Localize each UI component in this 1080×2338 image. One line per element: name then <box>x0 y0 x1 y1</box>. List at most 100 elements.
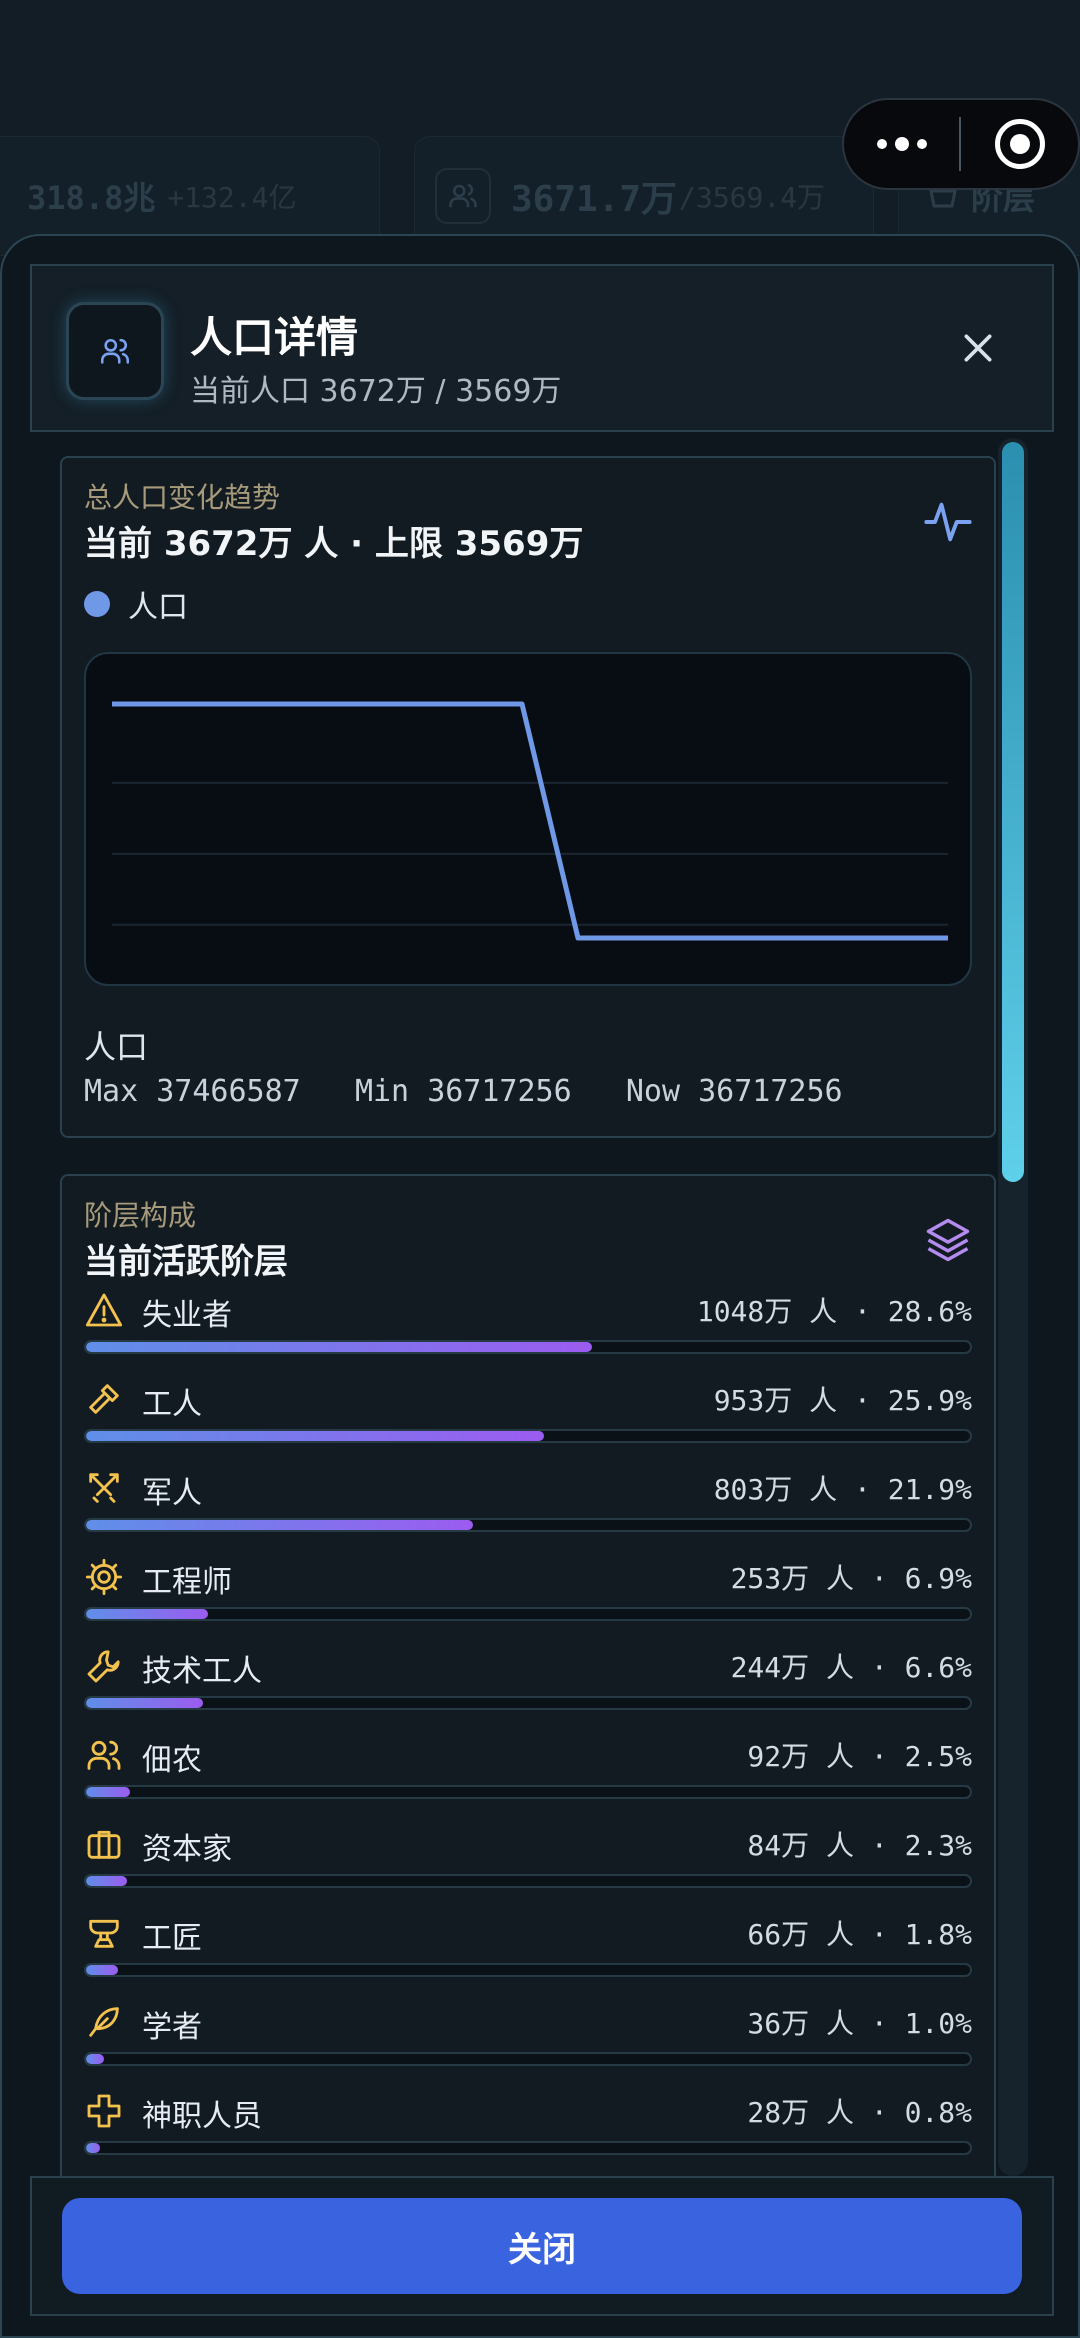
stat-line: Max 37466587 Min 36717256 Now 36717256 <box>84 1074 843 1109</box>
trend-card-title: 当前 3672万 人 · 上限 3569万 <box>84 524 584 564</box>
strata-card-title: 当前活跃阶层 <box>84 1242 288 1282</box>
strata-name: 学者 <box>142 2010 202 2045</box>
strata-bar-fill <box>86 1431 544 1441</box>
strata-value: 28万 人 · 0.8% <box>747 2096 972 2129</box>
strata-bar <box>84 2141 972 2155</box>
strata-row: 技术工人 244万 人 · 6.6% <box>84 1644 972 1733</box>
mini-program-capsule <box>842 98 1080 190</box>
swords-icon <box>84 1468 124 1508</box>
strata-name: 技术工人 <box>142 1654 262 1689</box>
strata-row: 工程师 253万 人 · 6.9% <box>84 1555 972 1644</box>
trend-card-label: 总人口变化趋势 <box>84 481 281 514</box>
strata-bar-fill <box>86 1342 592 1352</box>
strata-bar <box>84 2052 972 2066</box>
modal-scroll-area[interactable]: 总人口变化趋势 当前 3672万 人 · 上限 3569万 人口 人口 Max … <box>30 432 1054 2176</box>
stat-max-value: 37466587 <box>156 1074 301 1109</box>
strata-name: 军人 <box>142 1476 202 1511</box>
users-icon <box>435 168 491 224</box>
population-line-chart <box>84 652 972 986</box>
strata-row: 学者 36万 人 · 1.0% <box>84 2000 972 2089</box>
wrench-icon <box>84 1646 124 1686</box>
strata-bar-fill <box>86 1520 474 1530</box>
strata-card-label: 阶层构成 <box>84 1199 197 1232</box>
strata-bar <box>84 1696 972 1710</box>
stat-now-value: 36717256 <box>698 1074 843 1109</box>
population-detail-modal: 人口详情 当前人口 3672万 / 3569万 总人口变化趋势 当前 3672万… <box>0 234 1080 2338</box>
strata-list: 失业者 1048万 人 · 28.6% 工人 953万 人 · 25.9% 军人 803万… <box>84 1288 972 2176</box>
strata-row: 神职人员 28万 人 · 0.8% <box>84 2089 972 2176</box>
resource-delta: +132.4亿 <box>167 181 297 214</box>
strata-row: 工匠 66万 人 · 1.8% <box>84 1911 972 2000</box>
strata-name: 工人 <box>142 1387 202 1422</box>
strata-value: 803万 人 · 21.9% <box>713 1473 972 1506</box>
chart-legend: 人口 <box>84 582 188 626</box>
close-icon[interactable] <box>948 318 1008 378</box>
population-trend-card: 总人口变化趋势 当前 3672万 人 · 上限 3569万 人口 人口 Max … <box>60 456 996 1138</box>
series-line-population <box>112 701 948 941</box>
strata-bar-fill <box>86 2143 101 2153</box>
modal-header: 人口详情 当前人口 3672万 / 3569万 <box>30 264 1054 432</box>
strata-bar <box>84 1963 972 1977</box>
strata-bar-fill <box>86 1965 118 1975</box>
anvil-icon <box>84 1913 124 1953</box>
scrollbar-thumb[interactable] <box>1002 442 1024 1182</box>
strata-value: 244万 人 · 6.6% <box>730 1651 972 1684</box>
strata-value: 1048万 人 · 28.6% <box>696 1295 972 1328</box>
strata-bar-fill <box>86 2054 104 2064</box>
warning-icon <box>84 1290 124 1330</box>
modal-title: 人口详情 <box>190 313 359 362</box>
strata-name: 失业者 <box>142 1298 232 1333</box>
strata-name: 工程师 <box>142 1565 232 1600</box>
strata-bar-fill <box>86 1876 127 1886</box>
stat-min-value: 36717256 <box>427 1074 572 1109</box>
layers-icon <box>922 1214 974 1266</box>
target-circle-icon[interactable] <box>961 100 1078 188</box>
strata-value: 66万 人 · 1.8% <box>747 1918 972 1951</box>
feather-icon <box>84 2002 124 2042</box>
strata-name: 工匠 <box>142 1921 202 1956</box>
modal-footer: 关闭 <box>30 2176 1054 2316</box>
strata-bar-fill <box>86 1787 131 1797</box>
strata-bar <box>84 1518 972 1532</box>
stat-now-key: Now <box>625 1074 681 1109</box>
population-cap: /3569.4万 <box>679 181 826 214</box>
strata-value: 92万 人 · 2.5% <box>747 1740 972 1773</box>
activity-icon <box>922 496 974 548</box>
modal-subtitle: 当前人口 3672万 / 3569万 <box>190 374 562 409</box>
resource-value: 318.8兆 <box>27 179 156 217</box>
strata-bar <box>84 1607 972 1621</box>
population-value: 3671.7万 <box>511 179 678 220</box>
strata-row: 失业者 1048万 人 · 28.6% <box>84 1288 972 1377</box>
strata-bar-fill <box>86 1609 208 1619</box>
users-icon <box>84 1735 124 1775</box>
strata-bar-fill <box>86 1698 203 1708</box>
stat-label: 人口 <box>84 1028 149 1066</box>
strata-bar <box>84 1340 972 1354</box>
chart-svg <box>112 701 948 941</box>
strata-bar <box>84 1874 972 1888</box>
strata-composition-card: 阶层构成 当前活跃阶层 失业者 1048万 人 · 28.6% 工人 953万 人 ·… <box>60 1174 996 2176</box>
cross-icon <box>84 2091 124 2131</box>
hammer-icon <box>84 1379 124 1419</box>
cog-icon <box>84 1557 124 1597</box>
briefcase-icon <box>84 1824 124 1864</box>
strata-value: 36万 人 · 1.0% <box>747 2007 972 2040</box>
strata-row: 工人 953万 人 · 25.9% <box>84 1377 972 1466</box>
legend-label: 人口 <box>128 590 188 625</box>
strata-bar <box>84 1785 972 1799</box>
strata-row: 资本家 84万 人 · 2.3% <box>84 1822 972 1911</box>
strata-value: 953万 人 · 25.9% <box>713 1384 972 1417</box>
strata-value: 84万 人 · 2.3% <box>747 1829 972 1862</box>
strata-value: 253万 人 · 6.9% <box>730 1562 972 1595</box>
strata-name: 佃农 <box>142 1743 202 1778</box>
users-icon <box>66 302 164 400</box>
strata-row: 佃农 92万 人 · 2.5% <box>84 1733 972 1822</box>
strata-row: 军人 803万 人 · 21.9% <box>84 1466 972 1555</box>
more-dots-icon[interactable] <box>844 100 959 188</box>
stat-max-key: Max <box>84 1074 139 1109</box>
strata-bar <box>84 1429 972 1443</box>
stat-min-key: Min <box>354 1074 410 1109</box>
legend-dot <box>84 591 110 617</box>
close-button[interactable]: 关闭 <box>62 2198 1022 2294</box>
strata-name: 神职人员 <box>142 2099 262 2134</box>
